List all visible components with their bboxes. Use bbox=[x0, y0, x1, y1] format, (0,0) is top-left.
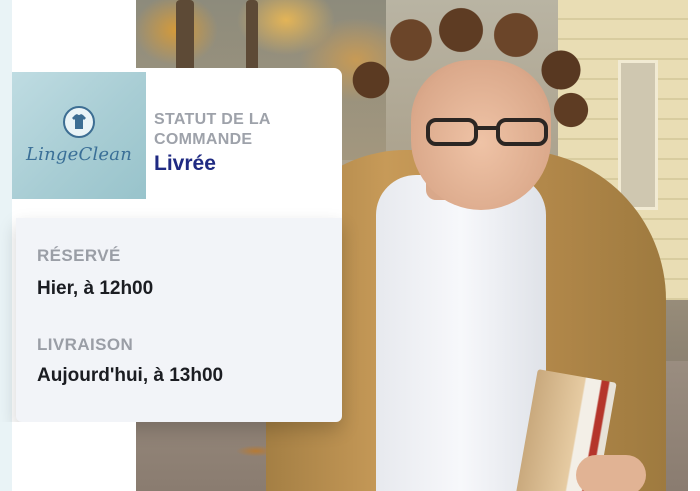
reserved-value: Hier, à 12h00 bbox=[37, 278, 154, 299]
order-status-value: Livrée bbox=[154, 152, 216, 175]
delivery-label: LIVRAISON bbox=[37, 335, 134, 354]
photo-window bbox=[618, 60, 658, 210]
delivery-value: Aujourd'hui, à 13h00 bbox=[37, 365, 224, 386]
brand-name: LingeClean bbox=[26, 144, 132, 165]
bottom-margin-strip bbox=[0, 422, 12, 491]
reserved-label: RÉSERVÉ bbox=[37, 246, 121, 265]
order-details-card: RÉSERVÉ Hier, à 12h00 LIVRAISON Aujourd'… bbox=[16, 218, 342, 422]
photo-shirt bbox=[376, 175, 546, 491]
brand-logo: LingeClean bbox=[12, 72, 146, 199]
order-status-label: STATUT DE LA COMMANDE bbox=[154, 111, 271, 148]
photo-glasses bbox=[426, 118, 551, 148]
photo-hand bbox=[576, 455, 646, 491]
left-margin-strip bbox=[0, 0, 12, 491]
bottom-white-strip bbox=[12, 422, 136, 491]
shirt-icon bbox=[63, 106, 95, 138]
